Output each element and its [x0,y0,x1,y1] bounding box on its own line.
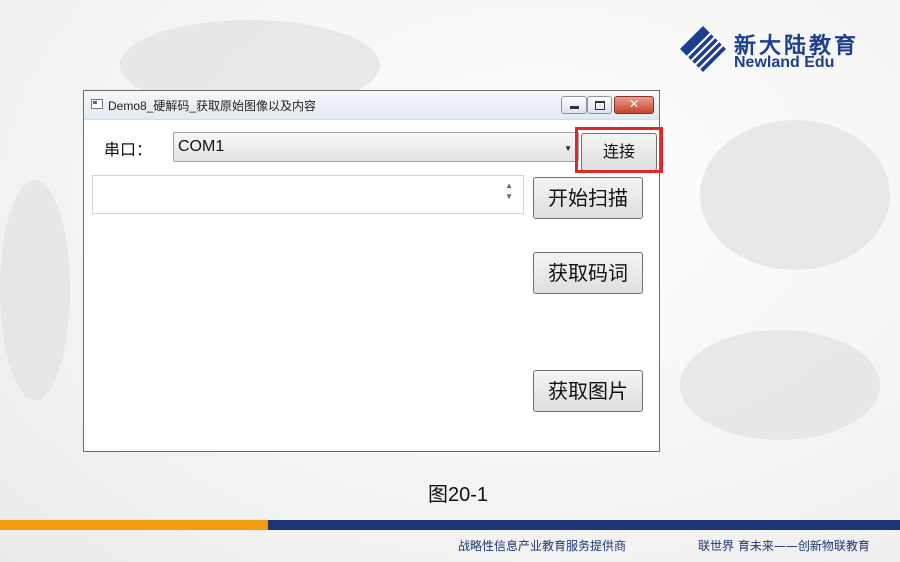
window-titlebar[interactable]: Demo8_硬解码_获取原始图像以及内容 ✕ [84,91,659,120]
window-title: Demo8_硬解码_获取原始图像以及内容 [108,99,317,113]
minimize-button[interactable] [561,96,587,114]
world-map-decoration [0,180,70,400]
serial-port-label: 串口： [104,142,153,159]
demo-window: Demo8_硬解码_获取原始图像以及内容 ✕ 串口： COM1 ▼ 连接 ▲ ▼ … [83,90,663,452]
logo-english-text: Newland Edu [734,54,835,71]
connect-button[interactable]: 连接 [581,133,657,171]
app-window-icon [91,99,103,109]
serial-port-dropdown[interactable]: COM1 ▼ [173,132,579,162]
get-image-button[interactable]: 获取图片 [533,370,643,412]
close-icon: ✕ [628,97,640,111]
newland-diamond-icon [680,26,726,72]
world-map-decoration [680,330,880,440]
textbox-scroll-arrows[interactable]: ▲ ▼ [505,180,513,202]
scan-output-textbox[interactable]: ▲ ▼ [92,175,524,214]
footer-slogan-right: 联世界 育未来——创新物联教育 [698,539,870,553]
footer-navy-bar [268,520,900,530]
figure-caption: 图20-1 [427,484,489,506]
world-map-decoration [700,120,890,270]
chevron-down-icon: ▼ [564,144,572,153]
footer-orange-bar [0,520,268,530]
start-scan-button[interactable]: 开始扫描 [533,177,643,219]
window-client-area: 串口： COM1 ▼ 连接 ▲ ▼ 开始扫描 获取码词 获取图片 [84,120,663,451]
serial-port-value: COM1 [178,138,225,155]
get-codeword-button[interactable]: 获取码词 [533,252,643,294]
minimize-icon [569,106,579,109]
maximize-button[interactable] [587,96,612,114]
newland-logo: 新大陆教育 Newland Edu [678,24,878,80]
maximize-icon [594,101,605,110]
close-button[interactable]: ✕ [614,96,654,114]
footer-slogan-left: 战略性信息产业教育服务提供商 [458,539,627,553]
